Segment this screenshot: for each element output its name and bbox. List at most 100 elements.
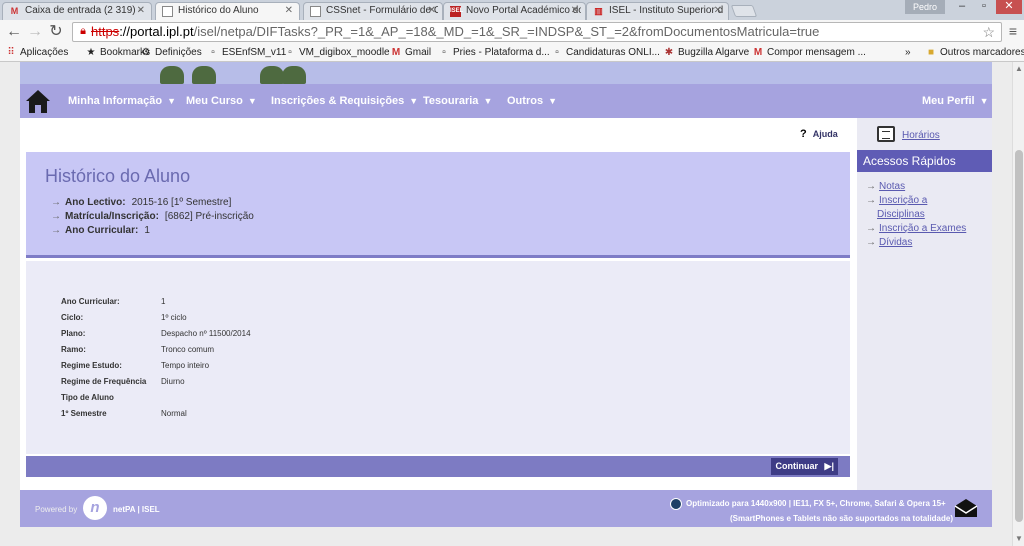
tab-isel[interactable]: ▥ ISEL - Instituto Superior d ✕: [586, 2, 729, 20]
quick-link-inscricao-disciplinas[interactable]: → Inscrição a Disciplinas: [866, 194, 996, 222]
calendar-icon: [877, 126, 895, 142]
bookmark-candidaturas[interactable]: ▫ Candidaturas ONLI...: [551, 46, 660, 60]
chevron-down-icon: ▼: [247, 96, 257, 106]
bookmark-star-icon[interactable]: ☆: [982, 24, 995, 41]
globe-icon: [670, 498, 682, 510]
quick-link-notas[interactable]: → Notas: [866, 180, 996, 194]
detail-row: Ano Curricular: 1: [61, 297, 166, 306]
page-scrollbar[interactable]: ▲ ▼: [1012, 62, 1024, 546]
powered-by-label: Powered by: [35, 505, 78, 514]
tab-novo-portal[interactable]: ISEL Novo Portal Académico do ✕: [443, 2, 586, 20]
address-bar[interactable]: 🔒︎ https://portal.ipl.pt/isel/netpa/DIFT…: [72, 22, 1002, 42]
bookmark-apps[interactable]: ⠿ Aplicações: [5, 46, 68, 60]
chevron-down-icon: ▼: [483, 96, 493, 106]
minimize-icon[interactable]: –: [952, 0, 972, 14]
web-page: Minha Informação ▼ Meu Curso ▼ Inscrições …: [0, 62, 1012, 546]
header-banner: [20, 62, 992, 84]
tab-title: CSSnet - Formulário de C: [326, 5, 438, 16]
nav-meu-curso[interactable]: Meu Curso ▼: [186, 84, 257, 118]
tab-title: Histórico do Aluno: [178, 5, 259, 16]
tab-strip: M Caixa de entrada (2 319) - ✕ Histórico…: [0, 0, 1024, 20]
bookmark-gmail[interactable]: M Gmail: [390, 46, 431, 60]
tab-historico[interactable]: Histórico do Aluno ✕: [155, 2, 300, 20]
banner-tree: [160, 66, 184, 84]
detail-row: 1º Semestre Normal: [61, 409, 187, 418]
page-icon: [310, 6, 321, 17]
reload-icon[interactable]: ↻: [47, 23, 65, 41]
detail-row: Tipo de Aluno: [61, 393, 114, 402]
netpa-logo-icon: n: [83, 496, 107, 520]
bookmarks-overflow-button[interactable]: »: [905, 46, 911, 60]
insecure-lock-icon: 🔒︎: [80, 25, 86, 37]
new-tab-button[interactable]: [730, 5, 758, 17]
scrollbar-thumb[interactable]: [1015, 150, 1023, 522]
continue-button[interactable]: Continuar ▶|: [770, 458, 838, 475]
back-icon[interactable]: ←: [5, 23, 23, 41]
url-host: ://portal.ipl.pt: [119, 24, 194, 39]
nav-meu-perfil[interactable]: Meu Perfil ▼: [922, 84, 989, 118]
chevron-down-icon: ▼: [979, 96, 989, 106]
quick-access-title: Acessos Rápidos: [857, 150, 992, 172]
close-icon[interactable]: ✕: [714, 3, 722, 19]
arrow-right-icon: →: [866, 237, 876, 248]
gmail-icon: M: [10, 6, 19, 16]
bookmark-esenfsm[interactable]: ▫ ESEnfSM_v11: [207, 46, 286, 60]
isel-icon: ISEL: [450, 6, 463, 17]
arrow-right-icon: →: [866, 223, 876, 234]
bookmark-other[interactable]: ■ Outros marcadores: [925, 46, 1024, 60]
profile-chip[interactable]: Pedro: [905, 0, 945, 14]
nav-outros[interactable]: Outros ▼: [507, 84, 557, 118]
device-notice: (SmartPhones e Tablets não são suportado…: [730, 514, 954, 523]
schedule-link[interactable]: Horários: [902, 130, 940, 141]
page-icon: ▫: [442, 47, 446, 58]
tab-title: Novo Portal Académico do: [466, 5, 581, 16]
arrow-right-icon: →: [866, 195, 876, 206]
gear-icon: ⚙: [141, 47, 151, 58]
forward-icon[interactable]: →: [26, 23, 44, 41]
bug-icon: ✱: [664, 47, 674, 58]
quick-link-inscricao-exames[interactable]: → Inscrição a Exames: [866, 222, 996, 236]
bookmark-definicoes[interactable]: ⚙ Definições: [140, 46, 202, 60]
help-icon: ?: [800, 128, 807, 140]
main-navbar: Minha Informação ▼ Meu Curso ▼ Inscrições …: [20, 84, 992, 118]
scroll-down-icon[interactable]: ▼: [1015, 534, 1023, 543]
tab-gmail[interactable]: M Caixa de entrada (2 319) - ✕: [2, 2, 152, 20]
close-icon[interactable]: ✕: [285, 3, 293, 19]
nav-tesouraria[interactable]: Tesouraria ▼: [423, 84, 492, 118]
url-text: https://portal.ipl.pt/isel/netpa/DIFTask…: [91, 24, 819, 39]
close-icon[interactable]: ✕: [428, 3, 436, 19]
arrow-right-icon: →: [51, 225, 61, 236]
maximize-icon[interactable]: ▫: [974, 0, 994, 14]
student-summary-panel: Histórico do Aluno → Ano Lectivo: 2015-16 …: [26, 152, 850, 258]
quick-link-dividas[interactable]: → Dívidas: [866, 236, 996, 250]
chevron-down-icon: ▼: [409, 96, 419, 106]
detail-row: Ciclo: 1º ciclo: [61, 313, 187, 322]
nav-minha-informacao[interactable]: Minha Informação ▼: [68, 84, 176, 118]
close-icon[interactable]: ✕: [137, 3, 145, 19]
page-footer: Powered by n netPA | ISEL Optimizado par…: [20, 490, 992, 527]
nav-inscricoes[interactable]: Inscrições & Requisições ▼: [271, 84, 418, 118]
tab-cssnet[interactable]: CSSnet - Formulário de C ✕: [303, 2, 443, 20]
schedule-block: Horários: [857, 120, 992, 150]
optimized-notice: Optimizado para 1440x900 | IE11, FX 5+, …: [686, 499, 946, 508]
bookmark-bugzilla[interactable]: ✱ Bugzilla Algarve: [663, 46, 749, 60]
scroll-up-icon[interactable]: ▲: [1015, 64, 1023, 73]
detail-row: Regime de Frequência Diurno: [61, 377, 185, 386]
bookmark-compor[interactable]: M Compor mensagem ...: [752, 46, 866, 60]
bookmark-pries[interactable]: ▫ Pries - Plataforma d...: [438, 46, 549, 60]
close-icon[interactable]: ✕: [571, 3, 579, 19]
help-link[interactable]: ? Ajuda: [800, 128, 838, 140]
detail-row: Regime Estudo: Tempo inteiro: [61, 361, 210, 370]
page-icon: ▫: [555, 47, 559, 58]
detail-row: Plano: Despacho nº 11500/2014: [61, 329, 251, 338]
close-window-icon[interactable]: ✕: [996, 0, 1022, 14]
info-ano-curricular: → Ano Curricular: 1: [51, 225, 150, 236]
tab-title: ISEL - Instituto Superior d: [609, 5, 724, 16]
panel-footer: Continuar ▶|: [26, 456, 850, 477]
mail-icon[interactable]: [954, 498, 978, 518]
home-icon[interactable]: [24, 88, 52, 114]
menu-icon[interactable]: ≡: [1006, 24, 1020, 40]
chevron-down-icon: ▼: [167, 96, 177, 106]
bookmark-vm-digibox[interactable]: ▫ VM_digibox_moodle: [284, 46, 389, 60]
banner-tree: [282, 66, 306, 84]
